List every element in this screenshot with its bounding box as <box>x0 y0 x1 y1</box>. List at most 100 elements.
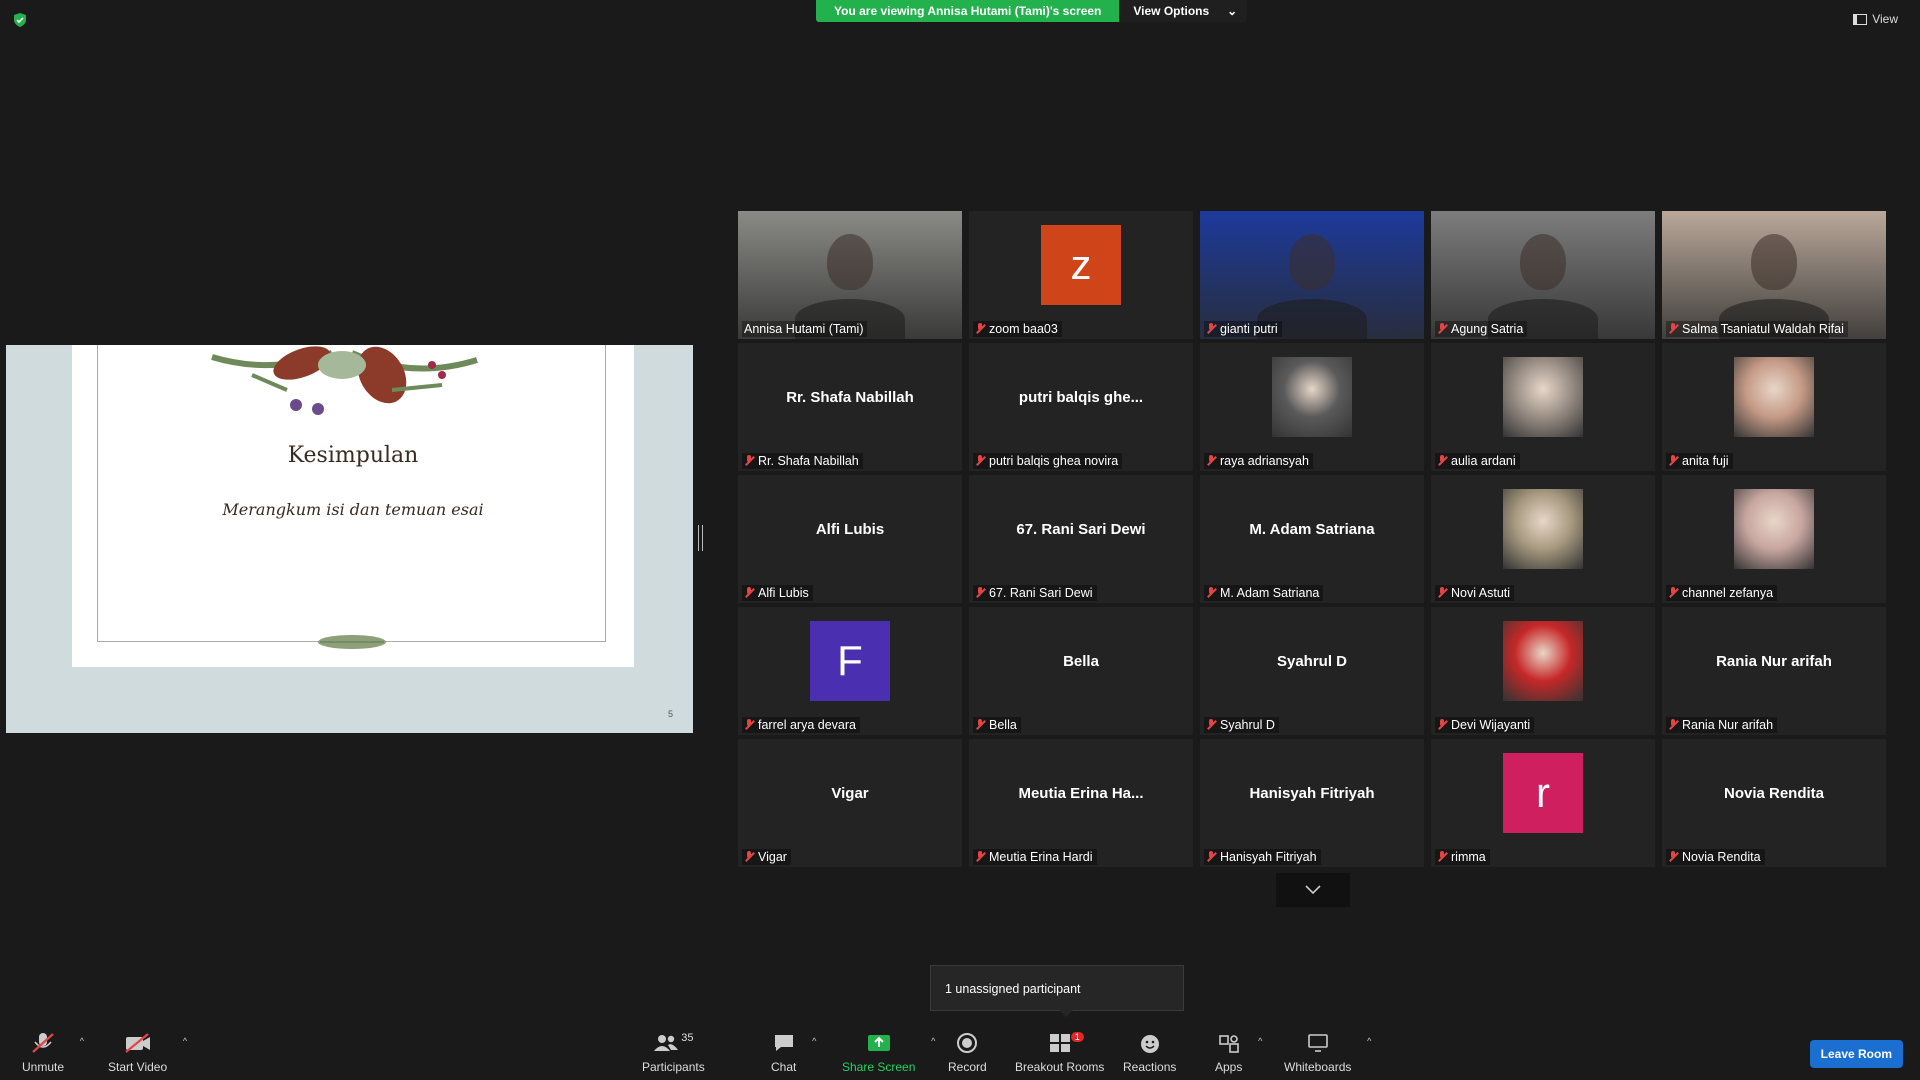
participant-tile[interactable]: z zoom baa03 <box>969 211 1193 339</box>
share-screen-label: Share Screen <box>842 1060 916 1074</box>
participant-tile[interactable]: Annisa Hutami (Tami) <box>738 211 962 339</box>
profile-photo <box>1734 357 1814 437</box>
leave-room-button[interactable]: Leave Room <box>1809 1040 1903 1068</box>
leaf-decoration <box>318 635 386 649</box>
start-video-label: Start Video <box>108 1060 168 1074</box>
participant-name: Meutia Erina Hardi <box>989 850 1093 864</box>
apps-button[interactable]: Apps ^ <box>1215 1032 1262 1074</box>
participant-tile[interactable]: channel zefanya <box>1662 475 1886 603</box>
participant-name: putri balqis ghea novira <box>989 454 1119 468</box>
mic-muted-icon <box>744 455 754 467</box>
shared-screen[interactable]: Kesimpulan Merangkum isi dan temuan esai… <box>6 345 693 733</box>
participant-name: gianti putri <box>1220 322 1278 336</box>
participant-tile[interactable]: Vigar Vigar <box>738 739 962 867</box>
resize-handle[interactable] <box>698 525 703 551</box>
unmute-button[interactable]: Unmute ^ <box>22 1032 84 1074</box>
participant-tile[interactable]: aulia ardani <box>1431 343 1655 471</box>
tile-center: Hanisyah Fitriyah <box>1200 739 1424 847</box>
record-icon <box>956 1032 978 1054</box>
tile-center: Alfi Lubis <box>738 475 962 583</box>
mic-muted-icon <box>1668 455 1678 467</box>
share-screen-button[interactable]: Share Screen ^ <box>842 1032 935 1074</box>
caret-up-icon[interactable]: ^ <box>1367 1036 1371 1046</box>
view-options-button[interactable]: View Options ⌄ <box>1119 0 1248 22</box>
breakout-rooms-icon: 1 <box>1049 1032 1084 1054</box>
participant-tile[interactable]: raya adriansyah <box>1200 343 1424 471</box>
participant-display-name: Rr. Shafa Nabillah <box>786 388 914 406</box>
participant-tile[interactable]: r rimma <box>1431 739 1655 867</box>
view-button[interactable]: View <box>1853 12 1898 26</box>
participant-tile[interactable]: Agung Satria <box>1431 211 1655 339</box>
mic-muted-icon <box>1206 455 1216 467</box>
participant-name-label: Salma Tsaniatul Waldah Rifai <box>1666 321 1848 337</box>
tile-center <box>1662 343 1886 451</box>
caret-up-icon[interactable]: ^ <box>931 1036 935 1046</box>
participant-silhouette <box>827 234 873 291</box>
participant-tile[interactable]: Alfi Lubis Alfi Lubis <box>738 475 962 603</box>
presentation-slide: Kesimpulan Merangkum isi dan temuan esai <box>72 345 634 667</box>
participant-name-label: 67. Rani Sari Dewi <box>973 585 1097 601</box>
mic-muted-icon <box>975 719 985 731</box>
caret-up-icon[interactable]: ^ <box>812 1036 816 1046</box>
participants-icon: 35 <box>653 1032 693 1054</box>
participant-tile[interactable]: anita fuji <box>1662 343 1886 471</box>
participant-name: Bella <box>989 718 1017 732</box>
mic-muted-icon <box>975 455 985 467</box>
mic-muted-icon <box>744 719 754 731</box>
participant-name-label: Agung Satria <box>1435 321 1528 337</box>
participant-tile[interactable]: Devi Wijayanti <box>1431 607 1655 735</box>
participant-tile[interactable]: Hanisyah Fitriyah Hanisyah Fitriyah <box>1200 739 1424 867</box>
tile-center: Bella <box>969 607 1193 715</box>
participant-tile[interactable]: Novia Rendita Novia Rendita <box>1662 739 1886 867</box>
participant-name-label: Rr. Shafa Nabillah <box>742 453 863 469</box>
caret-up-icon[interactable]: ^ <box>80 1036 84 1046</box>
chat-button[interactable]: Chat ^ <box>771 1032 816 1074</box>
participants-button[interactable]: 35 Participants <box>642 1032 705 1074</box>
participant-tile[interactable]: M. Adam Satriana M. Adam Satriana <box>1200 475 1424 603</box>
mic-muted-icon <box>1206 719 1216 731</box>
breakout-rooms-button[interactable]: 1 Breakout Rooms <box>1015 1032 1104 1074</box>
breakout-rooms-label: Breakout Rooms <box>1015 1060 1105 1074</box>
participant-tile[interactable]: Syahrul D Syahrul D <box>1200 607 1424 735</box>
participant-video <box>1662 211 1886 339</box>
participant-name-label: Syahrul D <box>1204 717 1279 733</box>
participant-name-label: anita fuji <box>1666 453 1733 469</box>
participant-name-label: gianti putri <box>1204 321 1282 337</box>
mic-muted-icon <box>975 587 985 599</box>
participant-name-label: Rania Nur arifah <box>1666 717 1778 733</box>
start-video-button[interactable]: Start Video ^ <box>108 1032 187 1074</box>
participant-tile[interactable]: Meutia Erina Ha... Meutia Erina Hardi <box>969 739 1193 867</box>
participant-tile[interactable]: Rr. Shafa Nabillah Rr. Shafa Nabillah <box>738 343 962 471</box>
participant-tile[interactable]: 67. Rani Sari Dewi 67. Rani Sari Dewi <box>969 475 1193 603</box>
participant-name: Vigar <box>758 850 787 864</box>
participant-tile[interactable]: Salma Tsaniatul Waldah Rifai <box>1662 211 1886 339</box>
participant-tile[interactable]: Rania Nur arifah Rania Nur arifah <box>1662 607 1886 735</box>
whiteboards-button[interactable]: Whiteboards ^ <box>1284 1032 1371 1074</box>
mic-muted-icon <box>744 587 754 599</box>
participant-tile[interactable]: gianti putri <box>1200 211 1424 339</box>
participant-name-label: farrel arya devara <box>742 717 860 733</box>
participant-name: Devi Wijayanti <box>1451 718 1531 732</box>
participant-tile[interactable]: Ffarrel arya devara <box>738 607 962 735</box>
participant-tile[interactable]: Novi Astuti <box>1431 475 1655 603</box>
viewing-screen-label: You are viewing Annisa Hutami (Tami)'s s… <box>816 0 1120 22</box>
participant-display-name: M. Adam Satriana <box>1249 520 1375 538</box>
participant-tile[interactable]: Bella Bella <box>969 607 1193 735</box>
participant-name-label: Vigar <box>742 849 791 865</box>
participant-name: aulia ardani <box>1451 454 1516 468</box>
caret-up-icon[interactable]: ^ <box>1258 1036 1262 1046</box>
view-options-label: View Options <box>1133 4 1210 18</box>
participant-video <box>1200 211 1424 339</box>
participant-name-label: Alfi Lubis <box>742 585 813 601</box>
caret-up-icon[interactable]: ^ <box>183 1036 187 1046</box>
next-page-button[interactable] <box>1276 873 1350 907</box>
reactions-button[interactable]: Reactions <box>1123 1032 1176 1074</box>
participant-name: Novia Rendita <box>1682 850 1761 864</box>
security-shield-icon[interactable] <box>12 12 28 28</box>
record-button[interactable]: Record <box>948 1032 987 1074</box>
participant-name: farrel arya devara <box>758 718 856 732</box>
participant-tile[interactable]: putri balqis ghe... putri balqis ghea nov… <box>969 343 1193 471</box>
profile-photo <box>1503 621 1583 701</box>
mic-muted-icon <box>744 851 754 863</box>
participant-display-name: 67. Rani Sari Dewi <box>1016 520 1146 538</box>
